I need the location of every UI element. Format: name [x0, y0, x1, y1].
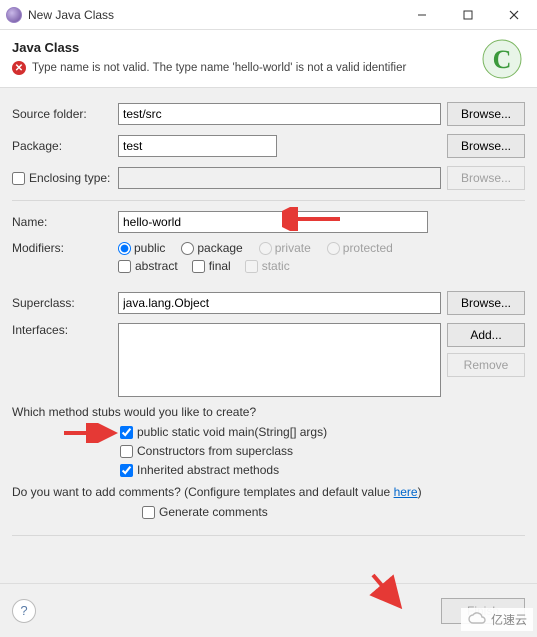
configure-here-link[interactable]: here: [394, 485, 418, 499]
stub-main-checkbox[interactable]: public static void main(String[] args): [120, 425, 525, 439]
name-input[interactable]: [118, 211, 428, 233]
dialog-header: Java Class ✕ Type name is not valid. The…: [0, 30, 537, 88]
superclass-label: Superclass:: [12, 296, 112, 310]
interfaces-label: Interfaces:: [12, 323, 112, 337]
window-title: New Java Class: [28, 8, 399, 22]
source-folder-browse-button[interactable]: Browse...: [447, 102, 525, 126]
stub-inherited-checkbox[interactable]: Inherited abstract methods: [120, 463, 525, 477]
modifier-abstract-checkbox[interactable]: abstract: [118, 259, 178, 273]
error-message-row: ✕ Type name is not valid. The type name …: [12, 61, 525, 75]
separator: [12, 200, 525, 201]
enclosing-type-input: [118, 167, 441, 189]
interfaces-list[interactable]: [118, 323, 441, 397]
dialog-footer: ? Finish: [0, 583, 537, 637]
superclass-input[interactable]: [118, 292, 441, 314]
interfaces-add-button[interactable]: Add...: [447, 323, 525, 347]
package-input[interactable]: [118, 135, 277, 157]
dialog-title: Java Class: [12, 40, 525, 55]
interfaces-remove-button: Remove: [447, 353, 525, 377]
watermark: 亿速云: [461, 608, 533, 631]
minimize-button[interactable]: [399, 0, 445, 30]
stub-constructors-checkbox[interactable]: Constructors from superclass: [120, 444, 525, 458]
annotation-arrow-icon: [367, 571, 407, 611]
modifiers-label: Modifiers:: [12, 241, 112, 255]
enclosing-type-checkbox[interactable]: Enclosing type:: [12, 171, 112, 185]
modifier-static-checkbox: static: [245, 259, 290, 273]
source-folder-label: Source folder:: [12, 107, 112, 121]
superclass-browse-button[interactable]: Browse...: [447, 291, 525, 315]
separator: [12, 535, 525, 536]
modifier-protected-radio: protected: [327, 241, 393, 255]
class-logo-icon: C: [481, 38, 523, 80]
dialog-body: Source folder: Browse... Package: Browse…: [0, 88, 537, 550]
stubs-question: Which method stubs would you like to cre…: [12, 405, 525, 419]
modifier-private-radio: private: [259, 241, 311, 255]
package-label: Package:: [12, 139, 112, 153]
comments-question: Do you want to add comments? (Configure …: [12, 485, 525, 499]
close-button[interactable]: [491, 0, 537, 30]
error-icon: ✕: [12, 61, 26, 75]
modifier-final-checkbox[interactable]: final: [192, 259, 231, 273]
modifier-package-radio[interactable]: package: [181, 241, 242, 255]
name-label: Name:: [12, 215, 112, 229]
package-browse-button[interactable]: Browse...: [447, 134, 525, 158]
maximize-button[interactable]: [445, 0, 491, 30]
source-folder-input[interactable]: [118, 103, 441, 125]
generate-comments-checkbox[interactable]: Generate comments: [142, 505, 525, 519]
modifier-public-radio[interactable]: public: [118, 241, 165, 255]
titlebar: New Java Class: [0, 0, 537, 30]
error-text: Type name is not valid. The type name 'h…: [32, 62, 406, 74]
app-icon: [6, 7, 22, 23]
cloud-icon: [467, 611, 487, 628]
annotation-arrow-icon: [62, 423, 118, 443]
svg-text:C: C: [493, 45, 512, 74]
watermark-text: 亿速云: [491, 611, 527, 628]
enclosing-type-browse-button: Browse...: [447, 166, 525, 190]
help-button[interactable]: ?: [12, 599, 36, 623]
